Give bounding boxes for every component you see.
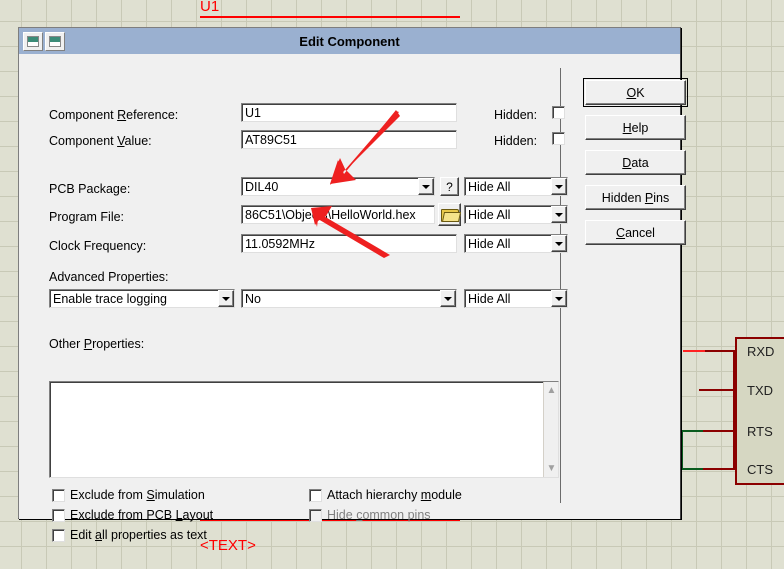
other-properties-label: Other Properties: (49, 337, 145, 351)
button-label: Data (622, 155, 649, 170)
ok-button[interactable]: OK (583, 78, 688, 107)
chevron-down-icon[interactable] (551, 235, 567, 252)
dialog-title: Edit Component (299, 33, 400, 49)
button-label: Hidden Pins (601, 190, 670, 205)
checkbox-attach-hierarchy-module[interactable]: Attach hierarchy module (309, 488, 462, 502)
chevron-down-icon[interactable] (440, 290, 456, 307)
checkbox-exclude-from-simulation[interactable]: Exclude from Simulation (52, 488, 205, 502)
dialog-titlebar[interactable]: Edit Component (19, 28, 680, 54)
checkbox-box[interactable] (52, 508, 65, 522)
checkbox-exclude-from-pcb-layout[interactable]: Exclude from PCB Layout (52, 508, 213, 522)
program-file-visibility-select[interactable]: Hide All (464, 205, 568, 224)
other-properties-value[interactable] (50, 382, 543, 477)
component-reference-label-text: Component Reference: (49, 108, 179, 122)
pin-label-rxd: RXD (747, 344, 775, 359)
checkbox-label: Hide common pins (327, 508, 431, 522)
other-properties-scrollbar[interactable]: ▲ ▼ (543, 382, 558, 477)
chevron-down-icon[interactable] (218, 290, 234, 307)
pcb-package-label: PCB Package: (49, 182, 131, 196)
wire-loop-bottom-green (681, 468, 705, 470)
cancel-button[interactable]: Cancel (585, 220, 686, 245)
titlebar-icon-group[interactable] (19, 28, 65, 54)
pin-label-cts: CTS (747, 462, 773, 477)
edit-component-dialog[interactable]: Edit Component Component Reference: U1 H… (18, 27, 688, 542)
checkbox-label: Attach hierarchy module (327, 488, 462, 502)
advanced-property-setting: No (245, 291, 261, 306)
pcb-package-visibility-value: Hide All (468, 179, 511, 194)
chevron-down-icon[interactable] (551, 290, 567, 307)
pcb-package-visibility-select[interactable]: Hide All (464, 177, 568, 196)
checkbox-hide-common-pins: Hide common pins (309, 508, 431, 522)
chevron-down-icon[interactable] (551, 206, 567, 223)
chevron-down-icon[interactable] (418, 178, 434, 195)
hidden-checkbox-value[interactable] (552, 132, 570, 145)
pin-wire-cts (703, 468, 735, 470)
checkbox-box (309, 508, 322, 522)
advanced-properties-label: Advanced Properties: (49, 270, 169, 284)
pin-label-txd: TXD (747, 383, 773, 398)
scroll-up-icon[interactable]: ▲ (545, 384, 558, 397)
button-label: Help (622, 120, 649, 135)
pcb-package-select[interactable]: DIL40 (241, 177, 435, 196)
help-button[interactable]: Help (585, 115, 686, 140)
program-file-input[interactable]: 86C51\Objects\HelloWorld.hex (241, 205, 435, 224)
schematic-text-label: <TEXT> (200, 537, 256, 554)
pin-label-rts: RTS (747, 424, 773, 439)
advanced-property-select[interactable]: Enable trace logging (49, 289, 235, 308)
program-file-browse-button[interactable] (438, 203, 461, 226)
folder-open-icon (441, 208, 459, 222)
pin-bus-vertical (733, 350, 735, 468)
hidden-checkbox-reference[interactable] (552, 106, 570, 119)
scroll-down-icon[interactable]: ▼ (545, 462, 558, 475)
minimize-window-icon[interactable] (45, 31, 65, 51)
hidden-label-reference: Hidden: (494, 108, 538, 122)
clock-frequency-input[interactable]: 11.0592MHz (241, 234, 457, 253)
checkbox-box[interactable] (552, 106, 565, 119)
pin-wire-txd (699, 389, 735, 391)
schematic-wire-top (200, 16, 460, 18)
wire-loop-top-green (681, 430, 705, 432)
pcb-package-value: DIL40 (245, 179, 279, 194)
button-label: Cancel (616, 225, 655, 240)
checkbox-label: Exclude from Simulation (70, 488, 205, 502)
component-reference-label: U1 (200, 0, 220, 15)
pcb-package-help-button[interactable]: ? (440, 177, 459, 196)
dialog-body: Component Reference: U1 Hidden: Componen… (19, 54, 688, 542)
chevron-down-icon[interactable] (551, 178, 567, 195)
program-file-label: Program File: (49, 210, 125, 224)
hidden-pins-button[interactable]: Hidden Pins (585, 185, 686, 210)
checkbox-label: Exclude from PCB Layout (70, 508, 214, 522)
other-properties-textarea[interactable]: ▲ ▼ (49, 381, 559, 478)
advanced-property-value-select[interactable]: No (241, 289, 457, 308)
checkbox-box[interactable] (552, 132, 565, 145)
advanced-property-visibility-select[interactable]: Hide All (464, 289, 568, 308)
pin-wire-rxd (705, 350, 735, 352)
component-value-input[interactable]: AT89C51 (241, 130, 457, 149)
checkbox-box[interactable] (52, 488, 65, 502)
component-value-label-text: Component Value: (49, 134, 152, 148)
advanced-property-value: Enable trace logging (53, 291, 167, 306)
checkbox-box[interactable] (52, 528, 65, 542)
data-button[interactable]: Data (585, 150, 686, 175)
wire-loop-vertical-green (681, 430, 683, 470)
clock-frequency-visibility-select[interactable]: Hide All (464, 234, 568, 253)
checkbox-edit-all-properties-as-text[interactable]: Edit all properties as text (52, 528, 207, 542)
clock-frequency-visibility-value: Hide All (468, 236, 511, 251)
advanced-property-visibility-value: Hide All (468, 291, 511, 306)
pin-wire-rts (703, 430, 735, 432)
hidden-label-value: Hidden: (494, 134, 538, 148)
program-file-visibility-value: Hide All (468, 207, 511, 222)
clock-frequency-label: Clock Frequency: (49, 239, 147, 253)
restore-window-icon[interactable] (23, 31, 43, 51)
checkbox-label: Edit all properties as text (70, 528, 207, 542)
button-label: OK (626, 85, 645, 100)
component-reference-input[interactable]: U1 (241, 103, 457, 122)
checkbox-box[interactable] (309, 488, 322, 502)
